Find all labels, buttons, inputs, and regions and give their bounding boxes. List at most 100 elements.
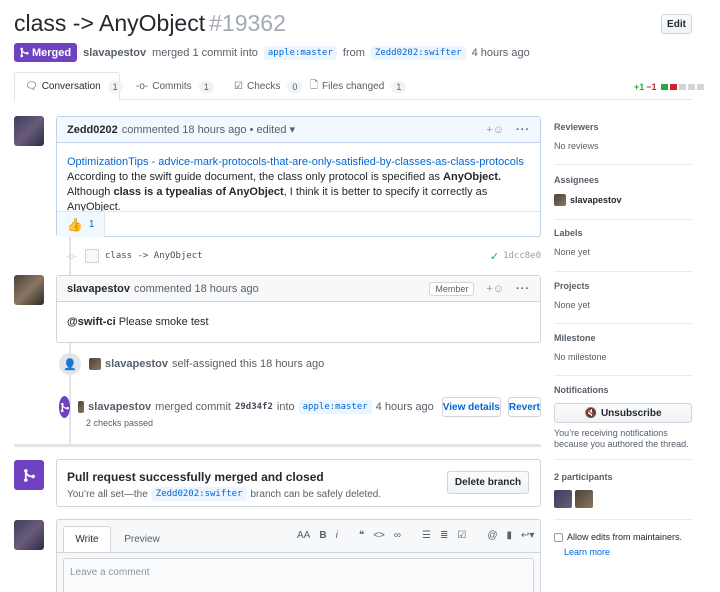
event-text: self-assigned this 18 hours ago bbox=[171, 358, 325, 370]
allow-edits-row: Allow edits from maintainers. bbox=[554, 532, 682, 542]
sidebar-value: No reviews bbox=[554, 141, 599, 151]
avatar[interactable] bbox=[575, 490, 593, 508]
into-text: into bbox=[276, 401, 295, 413]
code-icon[interactable]: <> bbox=[373, 530, 385, 541]
bold-icon[interactable]: B bbox=[319, 530, 326, 541]
allow-edits-label[interactable]: Allow edits from maintainers. bbox=[567, 532, 682, 542]
avatar[interactable] bbox=[14, 275, 44, 305]
allow-edits-checkbox[interactable] bbox=[554, 532, 563, 542]
tab-label: Commits bbox=[152, 81, 192, 92]
avatar[interactable] bbox=[89, 358, 101, 370]
reply-icon[interactable]: ↩▾ bbox=[521, 530, 534, 541]
italic-icon[interactable]: i bbox=[336, 530, 338, 541]
quote-icon[interactable]: ❝ bbox=[359, 530, 364, 541]
more-options-icon[interactable]: ··· bbox=[516, 283, 530, 295]
check-icon[interactable]: ✓ bbox=[490, 250, 499, 263]
merged-title: Pull request successfully merged and clo… bbox=[67, 470, 324, 484]
mention-icon[interactable]: @ bbox=[487, 530, 497, 541]
assign-event: 👤 slavapestov self-assigned this 18 hour… bbox=[59, 353, 324, 375]
sidebar-value: None yet bbox=[554, 247, 591, 257]
sidebar-heading: Projects bbox=[554, 281, 590, 291]
pr-author-link[interactable]: slavapestov bbox=[83, 47, 146, 59]
checks-status[interactable]: 2 checks passed bbox=[86, 418, 153, 428]
sidebar-milestone[interactable]: Milestone No milestone bbox=[554, 333, 692, 376]
learn-more-link[interactable]: Learn more bbox=[564, 547, 610, 557]
add-reaction-icon[interactable]: +☺ bbox=[486, 283, 504, 295]
page-title: class -> AnyObject #19362 bbox=[14, 10, 286, 37]
text-size-icon[interactable]: AA bbox=[297, 530, 310, 541]
comment-author[interactable]: Zedd0202 bbox=[67, 124, 118, 136]
event-time[interactable]: 4 hours ago bbox=[376, 401, 434, 413]
pr-number: #19362 bbox=[209, 10, 286, 36]
comment-time[interactable]: commented 18 hours ago bbox=[122, 124, 247, 136]
add-reaction-icon[interactable]: +☺ bbox=[486, 124, 504, 136]
tab-write[interactable]: Write bbox=[63, 526, 111, 553]
notification-note: You’re receiving notifications because y… bbox=[554, 428, 689, 449]
thumbs-up-icon: 👍 bbox=[66, 216, 83, 232]
sidebar-projects[interactable]: Projects None yet bbox=[554, 281, 692, 324]
avatar bbox=[554, 194, 566, 206]
commit-sha[interactable]: 1dcc8e0 bbox=[503, 251, 541, 261]
view-details-button[interactable]: View details bbox=[441, 397, 501, 417]
merge-branch[interactable]: apple:master bbox=[298, 400, 372, 414]
revert-button[interactable]: Revert bbox=[507, 397, 541, 417]
delete-branch-button[interactable]: Delete branch bbox=[447, 471, 529, 494]
avatar[interactable] bbox=[78, 401, 85, 413]
sidebar-reviewers[interactable]: Reviewers No reviews bbox=[554, 122, 692, 165]
sidebar-labels[interactable]: Labels None yet bbox=[554, 228, 692, 272]
status-badge: Merged bbox=[14, 43, 78, 62]
committer-avatar[interactable] bbox=[85, 249, 99, 263]
merge-event: slavapestov merged commit 29d34f2 into a… bbox=[59, 396, 541, 418]
unsubscribe-button[interactable]: 🔇 Unsubscribe bbox=[554, 403, 692, 423]
tab-label: Conversation bbox=[41, 81, 101, 92]
head-branch[interactable]: Zedd0202:swifter bbox=[151, 487, 247, 501]
diffstat: +1 −1 bbox=[634, 82, 704, 92]
avatar[interactable] bbox=[554, 490, 572, 508]
tab-files-changed[interactable]: 🗋 Files changed 1 bbox=[300, 72, 416, 101]
markdown-toolbar: AA B i ❝ <> ∞ ☰ ≣ ☑ @ ▮ ↩▾ bbox=[297, 530, 534, 541]
tab-conversation[interactable]: 🗨 Conversation 1 bbox=[14, 72, 123, 101]
merged-subtitle: You’re all set—the Zedd0202:swifter bran… bbox=[67, 487, 381, 501]
link-icon[interactable]: ∞ bbox=[394, 530, 401, 541]
reactions-bar: 👍 1 bbox=[57, 211, 540, 237]
bookmark-icon[interactable]: ▮ bbox=[507, 530, 513, 541]
comment-placeholder: Leave a comment bbox=[70, 567, 150, 578]
avatar[interactable] bbox=[14, 520, 44, 550]
sidebar-assignees[interactable]: Assignees slavapestov bbox=[554, 175, 692, 220]
merged-status-box: Pull request successfully merged and clo… bbox=[56, 459, 541, 507]
task-list-icon[interactable]: ☑ bbox=[457, 530, 466, 541]
ordered-list-icon[interactable]: ≣ bbox=[440, 530, 448, 541]
comment-author[interactable]: slavapestov bbox=[67, 283, 130, 295]
sidebar-heading: 2 participants bbox=[554, 472, 613, 482]
unsubscribe-label: Unsubscribe bbox=[600, 407, 662, 419]
sidebar-heading: Assignees bbox=[554, 175, 600, 185]
timeline-divider bbox=[14, 444, 541, 447]
comment-line: According to the swift guide document, t… bbox=[67, 171, 440, 183]
base-branch[interactable]: apple:master bbox=[263, 45, 337, 60]
mention-link[interactable]: @swift-ci bbox=[67, 316, 116, 328]
unordered-list-icon[interactable]: ☰ bbox=[422, 530, 431, 541]
optimization-tips-link[interactable]: OptimizationTips - advice-mark-protocols… bbox=[67, 156, 524, 168]
avatar[interactable] bbox=[14, 116, 44, 146]
comment-textarea[interactable]: Leave a comment bbox=[63, 558, 534, 592]
sidebar-heading: Reviewers bbox=[554, 122, 599, 132]
assignee[interactable]: slavapestov bbox=[554, 194, 692, 206]
event-user[interactable]: slavapestov bbox=[105, 358, 168, 370]
sidebar-notifications: Notifications 🔇 Unsubscribe You’re recei… bbox=[554, 385, 692, 460]
diffstat-deletions: −1 bbox=[646, 82, 657, 92]
sidebar-heading: Notifications bbox=[554, 385, 609, 395]
event-user[interactable]: slavapestov bbox=[88, 401, 151, 413]
tab-preview[interactable]: Preview bbox=[117, 526, 167, 553]
tab-commits[interactable]: -o- Commits 1 bbox=[126, 72, 224, 101]
more-options-icon[interactable]: ··· bbox=[516, 124, 530, 136]
comment-time[interactable]: commented 18 hours ago bbox=[134, 283, 259, 295]
merge-status-icon bbox=[14, 460, 44, 490]
commit-message[interactable]: class -> AnyObject bbox=[105, 251, 203, 261]
head-branch[interactable]: Zedd0202:swifter bbox=[370, 45, 466, 60]
merge-sha[interactable]: 29d34f2 bbox=[235, 402, 273, 412]
thumbs-up-reaction[interactable]: 👍 1 bbox=[57, 212, 105, 237]
sidebar-participants: 2 participants bbox=[554, 472, 692, 520]
edit-button[interactable]: Edit bbox=[661, 14, 692, 34]
pr-meta: Merged slavapestov merged 1 commit into … bbox=[14, 43, 530, 62]
edited-dropdown[interactable]: • edited ▾ bbox=[250, 123, 295, 136]
